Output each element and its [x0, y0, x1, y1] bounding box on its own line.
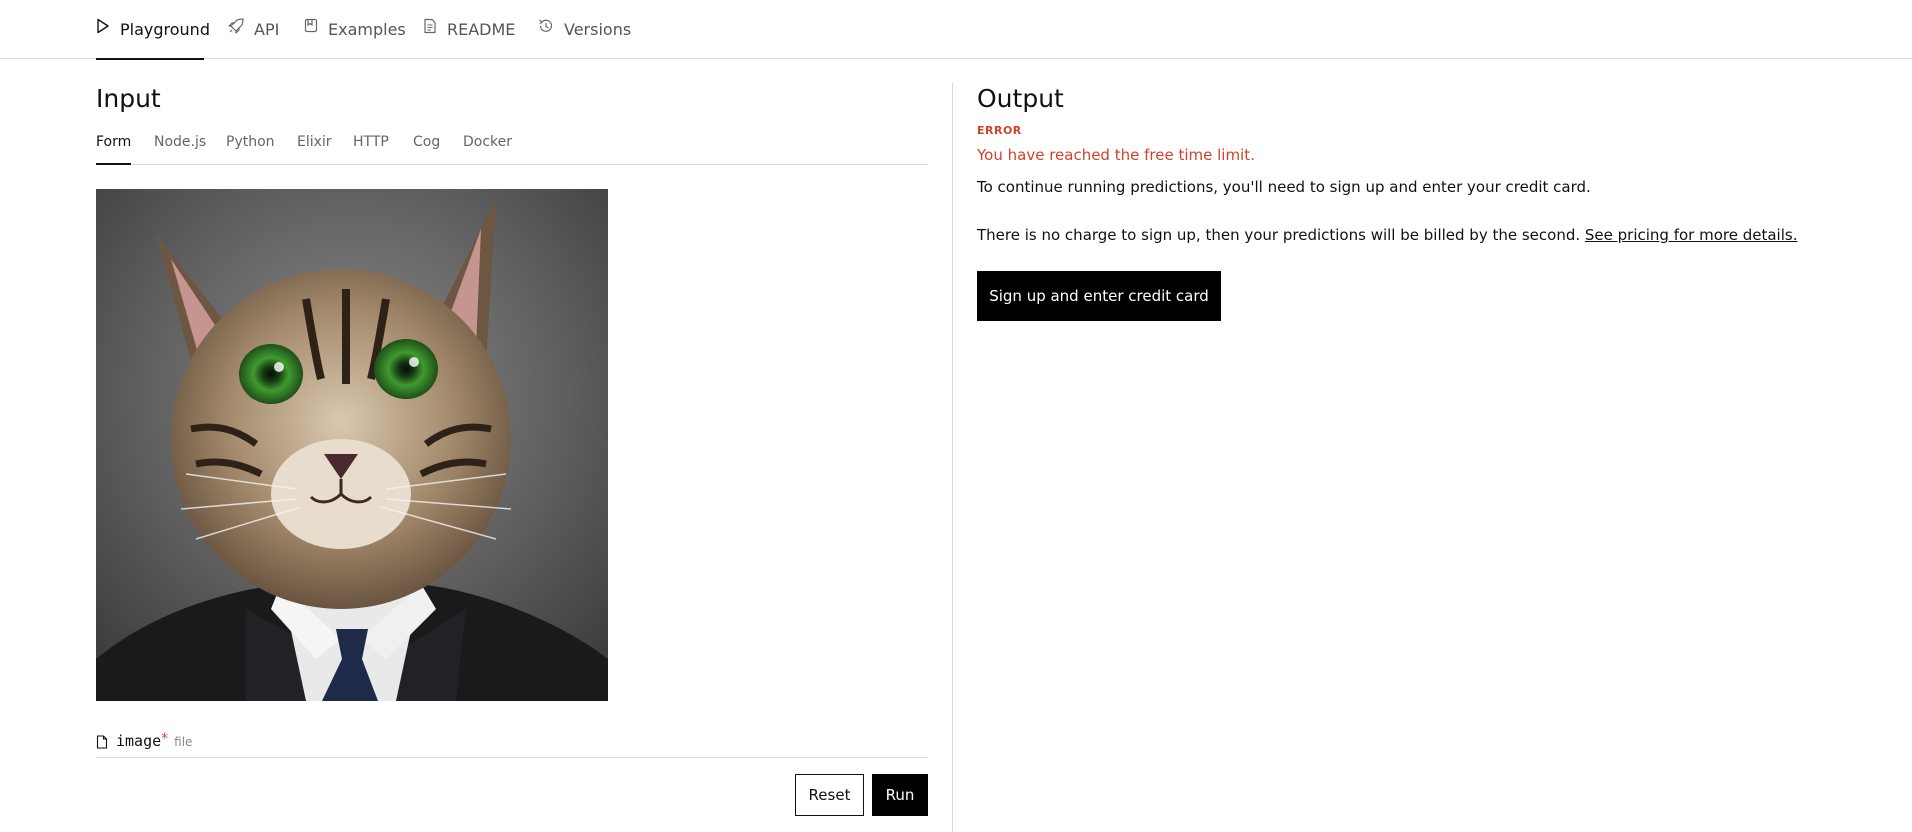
charge-message: There is no charge to sign up, then your…	[977, 226, 1581, 244]
tab-label: Examples	[328, 20, 406, 39]
document-icon	[423, 18, 437, 34]
file-icon	[96, 734, 108, 749]
tab-cog[interactable]: Cog	[413, 134, 440, 164]
tab-readme[interactable]: README	[423, 0, 516, 59]
required-marker: *	[161, 730, 169, 747]
field-type: file	[174, 734, 193, 749]
tab-docker[interactable]: Docker	[463, 134, 512, 164]
tab-label: Versions	[564, 20, 632, 39]
tab-examples[interactable]: Examples	[304, 0, 406, 59]
history-icon	[538, 18, 554, 34]
tab-playground[interactable]: Playground	[96, 0, 210, 60]
output-title: Output	[977, 84, 1064, 113]
charge-message-line: There is no charge to sign up, then your…	[977, 226, 1797, 244]
tab-label: API	[254, 20, 280, 39]
continue-message: To continue running predictions, you'll …	[977, 178, 1591, 196]
input-title: Input	[96, 84, 161, 113]
rocket-icon	[228, 17, 244, 34]
cat-in-suit-image	[96, 189, 608, 701]
input-format-tabs: Form Node.js Python Elixir HTTP Cog Dock…	[96, 130, 928, 165]
tab-elixir[interactable]: Elixir	[297, 134, 332, 164]
tab-api[interactable]: API	[228, 0, 280, 59]
image-field-row: image * file	[96, 730, 928, 758]
tab-python[interactable]: Python	[226, 134, 275, 164]
reset-button[interactable]: Reset	[795, 774, 864, 816]
pricing-link[interactable]: See pricing for more details.	[1585, 226, 1798, 244]
error-label: ERROR	[977, 124, 1022, 137]
field-name: image	[116, 731, 162, 750]
bookmark-icon	[304, 18, 318, 34]
tab-label: README	[447, 20, 516, 39]
input-image-preview[interactable]	[96, 189, 608, 701]
play-icon	[96, 18, 110, 34]
tab-versions[interactable]: Versions	[538, 0, 631, 59]
error-message: You have reached the free time limit.	[977, 146, 1255, 164]
tab-nodejs[interactable]: Node.js	[154, 134, 206, 164]
signup-button[interactable]: Sign up and enter credit card	[977, 271, 1221, 321]
tab-http[interactable]: HTTP	[353, 134, 389, 164]
column-divider	[952, 83, 953, 832]
tab-label: Playground	[120, 20, 210, 39]
run-button[interactable]: Run	[872, 774, 928, 816]
top-nav: Playground API Examples README Versions	[0, 0, 1912, 60]
tab-form[interactable]: Form	[96, 134, 132, 165]
